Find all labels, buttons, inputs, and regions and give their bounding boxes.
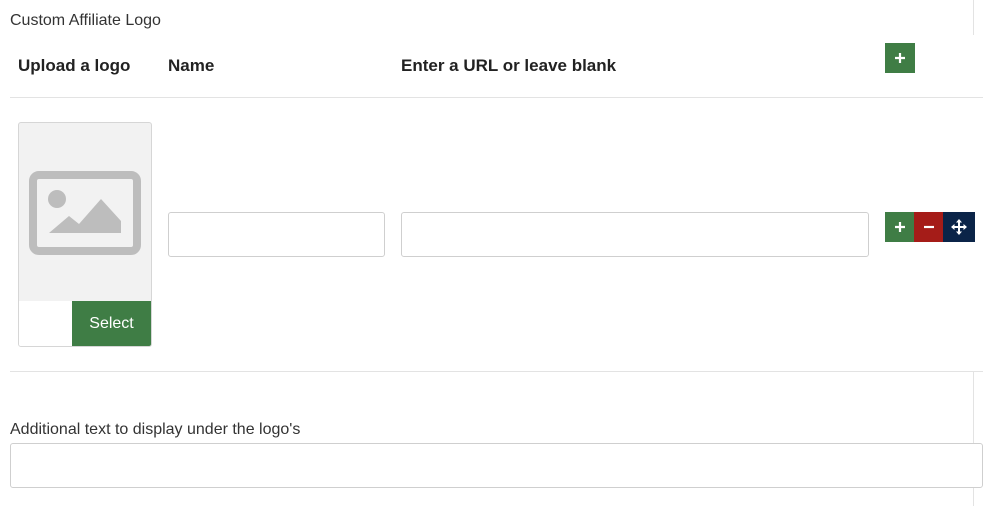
- column-header-url: Enter a URL or leave blank: [401, 56, 617, 75]
- additional-text-input[interactable]: [10, 443, 983, 488]
- row-divider: [10, 371, 983, 372]
- column-header-name: Name: [168, 56, 215, 75]
- move-row-handle[interactable]: [943, 212, 975, 242]
- logo-name-input[interactable]: [168, 212, 385, 257]
- header-divider: [10, 97, 983, 98]
- logo-select-row: Select: [19, 301, 151, 346]
- logo-upload-box[interactable]: Select: [18, 122, 152, 347]
- additional-text-label: Additional text to display under the log…: [10, 421, 301, 438]
- add-row-after-button[interactable]: [885, 212, 915, 242]
- logo-url-input[interactable]: [401, 212, 869, 257]
- add-row-button[interactable]: [885, 43, 915, 73]
- section-title: Custom Affiliate Logo: [10, 12, 161, 29]
- move-arrows-icon: [951, 219, 967, 235]
- plus-icon: [895, 222, 905, 232]
- plus-icon: [895, 53, 905, 63]
- right-divider-top: [973, 0, 974, 35]
- column-header-upload: Upload a logo: [18, 56, 131, 75]
- image-placeholder-icon: [29, 171, 141, 255]
- remove-row-button[interactable]: [914, 212, 944, 242]
- minus-icon: [924, 225, 934, 229]
- select-logo-button[interactable]: Select: [72, 301, 151, 346]
